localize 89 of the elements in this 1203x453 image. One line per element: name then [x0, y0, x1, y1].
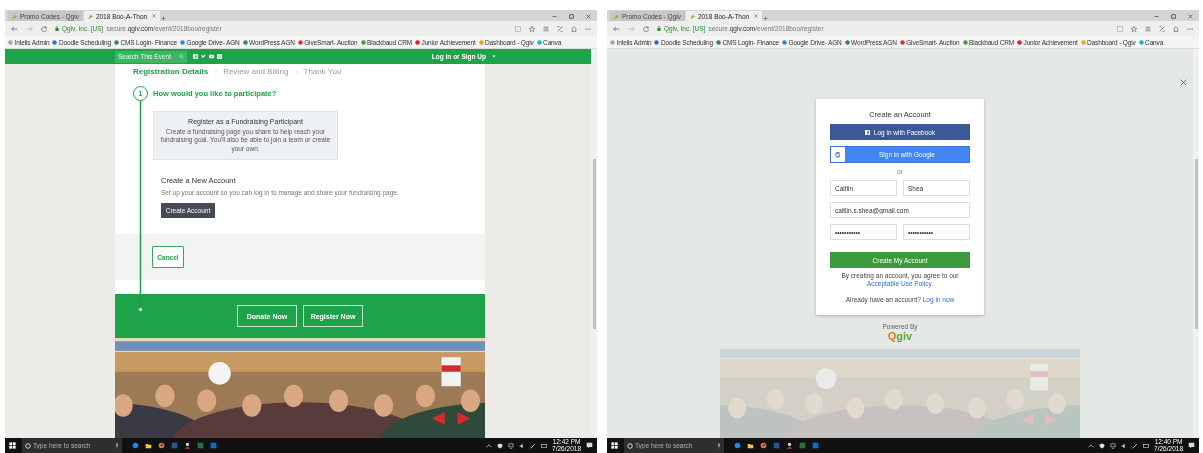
site-icon: [360, 39, 366, 45]
browser-icon[interactable]: [132, 442, 139, 449]
progress-step: Review and Billing: [223, 67, 289, 76]
leaf-icon: [614, 13, 619, 19]
site-icon: [1080, 39, 1086, 45]
windows-icon[interactable]: [9, 442, 16, 449]
speaker-icon[interactable]: [519, 442, 526, 449]
close-icon[interactable]: [1188, 13, 1193, 19]
scrollbar[interactable]: [1193, 49, 1199, 438]
facebook-icon[interactable]: [193, 54, 198, 59]
site-icon: [610, 39, 615, 45]
leaf-icon: [87, 13, 93, 19]
folder-icon[interactable]: [145, 442, 152, 449]
refresh-icon[interactable]: [643, 25, 649, 32]
star-icon[interactable]: [529, 25, 535, 32]
site-icon: [536, 39, 542, 45]
mail-icon[interactable]: [210, 442, 217, 449]
twitter-icon[interactable]: [201, 54, 206, 59]
google-icon: [835, 151, 841, 158]
notification-icon[interactable]: [586, 442, 593, 449]
browser-icon[interactable]: [158, 442, 165, 449]
facebook-icon: [864, 129, 870, 135]
spreadsheet-icon[interactable]: [799, 442, 806, 449]
close-icon[interactable]: [586, 13, 591, 19]
site-icon: [782, 39, 787, 45]
instagram-icon[interactable]: [217, 54, 222, 59]
site-icon: [52, 39, 58, 45]
plus-icon[interactable]: [160, 16, 166, 21]
shield-icon[interactable]: [1099, 442, 1106, 449]
person-icon[interactable]: [786, 442, 793, 449]
back-arrow-icon[interactable]: [613, 25, 620, 32]
leaf-icon: [689, 13, 695, 19]
windows-icon[interactable]: [611, 442, 618, 449]
site-icon: [297, 39, 303, 45]
site-icon: [654, 39, 660, 45]
plus-icon[interactable]: [762, 16, 768, 21]
site-icon: [844, 39, 850, 45]
mail-icon[interactable]: [812, 442, 819, 449]
site-icon: [8, 39, 13, 45]
maximize-icon[interactable]: [569, 13, 574, 19]
leaf-icon: [12, 13, 17, 19]
close-icon[interactable]: [1180, 79, 1187, 86]
notification-icon[interactable]: [1188, 442, 1195, 449]
youtube-icon[interactable]: [209, 54, 214, 59]
browser-icon[interactable]: [734, 442, 741, 449]
minimize-icon[interactable]: [1154, 13, 1159, 19]
scrollbar[interactable]: [591, 49, 597, 438]
keyboard-icon[interactable]: [541, 442, 548, 449]
progress-step: Registration Details: [133, 67, 209, 76]
document-icon[interactable]: [171, 442, 178, 449]
back-arrow-icon[interactable]: [11, 25, 18, 32]
person-icon[interactable]: [184, 442, 191, 449]
site-icon: [415, 39, 421, 45]
site-icon: [899, 39, 905, 45]
close-icon[interactable]: [151, 14, 156, 18]
share-icon[interactable]: [1173, 25, 1179, 32]
chevron-up-icon[interactable]: [1088, 442, 1095, 449]
progress-step: Thank You: [303, 67, 342, 76]
share-icon[interactable]: [571, 25, 577, 32]
site-icon: [113, 39, 119, 45]
keyboard-icon[interactable]: [1143, 442, 1150, 449]
site-icon: [180, 39, 185, 45]
minimize-icon[interactable]: [552, 13, 557, 19]
search-icon: [179, 54, 184, 59]
microphone-icon[interactable]: [115, 442, 119, 449]
logo: Qgiv: [887, 330, 913, 343]
maximize-icon[interactable]: [1171, 13, 1176, 19]
star-icon[interactable]: [1131, 25, 1137, 32]
close-icon[interactable]: [753, 14, 758, 18]
refresh-icon[interactable]: [41, 25, 47, 32]
site-icon: [715, 39, 721, 45]
list-icon[interactable]: [1145, 25, 1151, 32]
lock-icon: [657, 26, 661, 31]
list-icon[interactable]: [543, 25, 549, 32]
microphone-icon[interactable]: [717, 442, 721, 449]
speaker-icon[interactable]: [1121, 442, 1128, 449]
document-icon[interactable]: [773, 442, 780, 449]
folder-icon[interactable]: [747, 442, 754, 449]
site-icon: [962, 39, 968, 45]
site-icon: [1017, 39, 1023, 45]
lock-icon: [55, 26, 59, 31]
site-icon: [1138, 39, 1144, 45]
browser-icon[interactable]: [760, 442, 767, 449]
site-icon: [242, 39, 248, 45]
caret-icon[interactable]: [492, 55, 496, 58]
shield-icon[interactable]: [497, 442, 504, 449]
spreadsheet-icon[interactable]: [197, 442, 204, 449]
chevron-up-icon[interactable]: [486, 442, 493, 449]
site-icon: [478, 39, 484, 45]
